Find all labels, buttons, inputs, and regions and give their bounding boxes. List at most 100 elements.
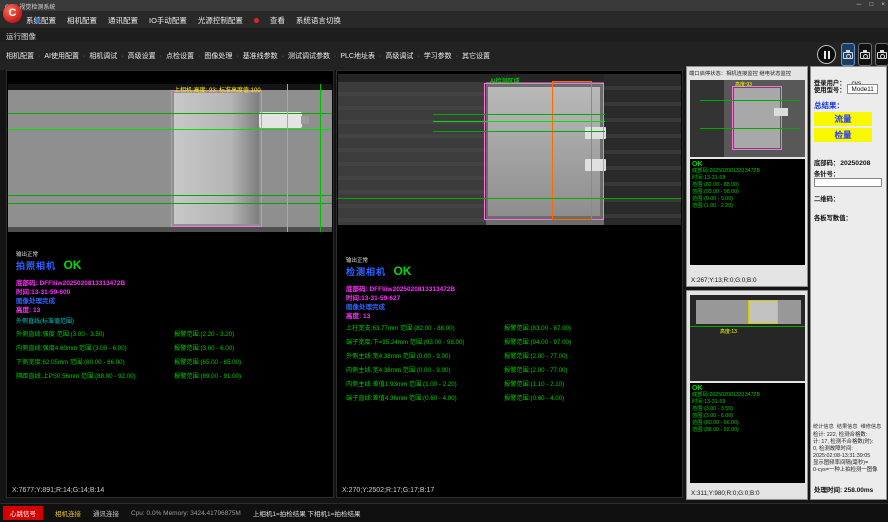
preview-ok: OK	[692, 385, 803, 392]
measurement-value: 端子宽度:下=95.24mm 范围:(93.00 - 98.00)	[346, 337, 504, 351]
measure-line	[433, 114, 605, 115]
measurement-value: 下侧宽度:62.05mm 范围:(80.00 - 66.00)	[16, 357, 174, 371]
camera-icon	[843, 52, 853, 59]
tab-camera-debug[interactable]: 相机调试	[79, 51, 117, 61]
camera-toggle-button-3[interactable]	[875, 43, 888, 66]
menu-item-comm-config[interactable]: 通讯配置	[108, 15, 138, 26]
left-measurements: 外侧直线:强度 范围:(3.00 - 3.50) 报警范围:(2.20 - 3.…	[16, 329, 329, 385]
measurement-row: 内侧直线:强度4.60mm 范围:(3.00 - 6.00) 报警范围:(3.0…	[16, 343, 329, 357]
close-button[interactable]: ×	[881, 1, 885, 8]
measurement-value: 隔距直线:上PS0.56mm 范围:(88.00 - 92.00)	[16, 371, 174, 385]
stats-tabs: 统计信息 结果信息 维修信息	[813, 423, 887, 430]
menu-item-light-config[interactable]: 光源控制配置	[198, 15, 243, 26]
right-overlay-text: AI检测区域	[490, 76, 520, 85]
tab-learning-params[interactable]: 学习参数	[413, 51, 451, 61]
left-camera-panel: 上相机:高度: 93; 标准高度值:100 输出正常 拍照相机 OK 底部码: …	[6, 70, 334, 498]
menu-item-language[interactable]: 系统语言切换	[296, 15, 341, 26]
camera-link-status: 相机连接	[55, 508, 81, 518]
tab-advanced-settings[interactable]: 高级设置	[117, 51, 155, 61]
camera-toggle-button-1[interactable]	[841, 43, 855, 66]
alarm-range: 报警范围:(2.00 - 77.00)	[504, 351, 568, 365]
preview-top-results: OK 底部码:2025020813313472B 时间:13-31-59 范围:…	[690, 159, 805, 265]
tab-image-processing[interactable]: 图像处理	[194, 51, 232, 61]
tab-advanced-debug[interactable]: 高级调试	[375, 51, 413, 61]
bottom-code-row: 底部码：20250208	[814, 152, 870, 170]
run-image-bar: 运行图像	[0, 29, 888, 42]
menu-item-system-config[interactable]: 系统配置	[26, 15, 56, 26]
preview-top-image[interactable]: 高度:93	[690, 80, 805, 157]
measurement-row: 内侧主线:差值1.93mm 范围:(1.00 - 2.20) 报警范围:(1.1…	[346, 379, 678, 393]
minimize-button[interactable]: ─	[857, 1, 862, 8]
alarm-range: 报警范围:(94.00 - 97.00)	[504, 337, 571, 351]
tab-camera-config[interactable]: 相机配置	[6, 51, 34, 61]
stats-tab-statistics[interactable]: 统计信息	[813, 423, 834, 430]
tab-test-params[interactable]: 测试调试参数	[278, 51, 330, 61]
right-camera-image[interactable]: AI检测区域	[338, 74, 681, 225]
stat-line: 计: 17, 检测不合格数(时):	[813, 439, 887, 446]
pause-icon	[824, 51, 826, 59]
qr-label: 二维码：	[814, 194, 839, 203]
result-ok: OK	[63, 258, 81, 272]
stat-line: 0, 检测故障时间:	[813, 446, 887, 453]
measure-line	[690, 326, 805, 327]
model-row: 使用型号： Mode11	[814, 84, 878, 94]
measure-line	[8, 203, 332, 204]
connector-part	[774, 108, 788, 116]
menu-item-camera-config[interactable]: 相机配置	[67, 15, 97, 26]
menu-item-view[interactable]: 查看	[270, 15, 285, 26]
tab-ai-config[interactable]: AI使用配置	[34, 51, 79, 61]
right-cursor-coords: X:270;Y:2502;R:17;G:17;B:17	[342, 487, 434, 494]
measurement-value: 外侧直线:强度 范围:(3.00 - 3.50)	[16, 329, 174, 343]
bottom-code-label: 底部码：	[814, 160, 839, 167]
alarm-range: 报警范围:(0.60 - 4.00)	[504, 393, 564, 407]
heartbeat-button[interactable]: 心跳信号	[3, 506, 43, 520]
stat-line: 检计: 222, 检测合格数:	[813, 432, 887, 439]
preview-line: 范围:(0.00 - 9.00)	[692, 196, 803, 203]
part-outline	[732, 86, 782, 150]
alarm-range: 报警范围:(65.00 - 65.00)	[174, 357, 241, 371]
left-cursor-coords: X:7677;Y:891;R:14;G:14;B:14	[12, 487, 104, 494]
left-camera-image[interactable]: 上相机:高度: 93; 标准高度值:100	[8, 84, 332, 232]
part-detail	[748, 300, 778, 324]
camera-toggle-button-2[interactable]	[858, 43, 872, 66]
preview-bottom-image[interactable]: 高度:13	[690, 295, 805, 381]
monitor-header: 端口启停状态：相机连接监控 继电状态监控	[689, 69, 791, 77]
result-info-status: 上相机1=拍检结果 下相机1=拍检结果	[253, 508, 361, 518]
image-dark-region	[604, 74, 681, 225]
preview-bottom-coords: X:311;Y:980;R:0;G:0;B:0	[691, 490, 760, 497]
record-dot-icon	[254, 18, 259, 23]
measurement-value: 内侧主线:宽4.38mm 范围:(0.00 - 9.00)	[346, 365, 504, 379]
tab-baseline-params[interactable]: 基准线参数	[232, 51, 277, 61]
model-label: 使用型号：	[814, 85, 845, 94]
stats-tab-results[interactable]: 结果信息	[837, 423, 858, 430]
alarm-range: 报警范围:(2.00 - 77.00)	[504, 365, 568, 379]
tab-other-settings[interactable]: 其它设置	[452, 51, 490, 61]
preview-line: 范围:(82.00 - 88.00)	[692, 182, 803, 189]
measurement-row: 外侧主线:宽4.38mm 范围:(0.00 - 9.00) 报警范围:(2.00…	[346, 351, 678, 365]
pause-button[interactable]	[817, 45, 836, 64]
measure-line	[700, 128, 800, 129]
measure-line	[8, 129, 332, 130]
tab-plc-table[interactable]: PLC地址表	[330, 51, 375, 61]
model-select[interactable]: Mode11	[847, 84, 877, 94]
titlebar: CYS-视觉检测系统 ─ □ ×	[0, 0, 888, 11]
ai-detect-box	[552, 81, 592, 220]
menu-item-io-manual[interactable]: IO手动配置	[149, 15, 187, 26]
image-dark-region	[338, 82, 486, 225]
preview-line: 时间:13-31-59	[692, 175, 803, 182]
image-dark-region	[690, 80, 724, 157]
right-camera-panel: AI检测区域 输出正常 检测相机 OK 底部码: DFFIiiw20250208…	[336, 70, 683, 498]
run-image-label[interactable]: 运行图像	[6, 31, 36, 42]
measurement-value: 上柱宽支:63.77mm 范围:(82.00 - 88.00)	[346, 323, 504, 337]
camera-icon	[860, 52, 870, 59]
maximize-button[interactable]: □	[869, 1, 873, 8]
flow-badge: 流量	[814, 112, 872, 126]
measurement-row: 上柱宽支:63.77mm 范围:(82.00 - 88.00) 报警范围:(83…	[346, 323, 678, 337]
tab-spot-check[interactable]: 点检设置	[156, 51, 194, 61]
stats-tab-maintenance[interactable]: 维修信息	[861, 423, 882, 430]
measure-line	[8, 195, 332, 196]
pin-input[interactable]	[814, 178, 882, 187]
result-ok: OK	[393, 264, 411, 278]
image-top-band	[8, 84, 332, 90]
measurement-row: 内侧主线:宽4.38mm 范围:(0.00 - 9.00) 报警范围:(2.00…	[346, 365, 678, 379]
